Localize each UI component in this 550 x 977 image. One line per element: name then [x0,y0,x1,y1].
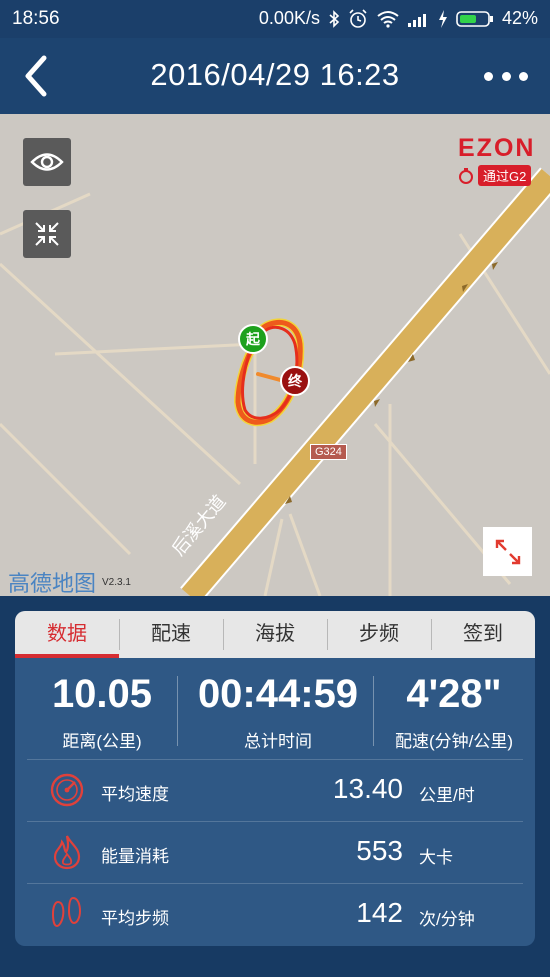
status-bar: 18:56 0.00K/s 42% [0,0,550,38]
stat-value: 553 [356,835,403,866]
eye-icon [30,153,64,171]
bluetooth-icon [329,9,340,28]
distance-stat: 10.05 距离(公里) [27,658,177,752]
stat-label: 平均步频 [101,909,169,928]
road-code-label: G324 [310,444,347,460]
distance-label: 距离(公里) [62,732,142,751]
stat-value: 13.40 [332,773,403,804]
page-title: 2016/04/29 16:23 [150,57,400,92]
signal-icon [407,13,426,27]
fullscreen-button[interactable] [483,527,532,576]
duration-stat: 00:44:59 总计时间 [183,658,373,752]
duration-label: 总计时间 [244,732,312,751]
speedometer-icon [50,773,84,807]
divider [373,676,374,746]
status-time: 18:56 [12,8,60,29]
status-icons: 0.00K/s 42% [259,8,538,29]
map-provider-version: V2.3.1 [102,577,131,588]
stat-label: 能量消耗 [101,847,169,866]
brand-badge-text: 通过G2 [478,165,532,186]
flame-icon [53,835,81,870]
tab-pace[interactable]: 配速 [119,611,223,658]
charging-icon [438,9,447,28]
workout-panel: 数据 配速 海拔 步频 签到 10.05 距离(公里) 00:44:59 总计时… [15,611,535,946]
dot-icon [501,71,511,81]
wifi-icon [377,10,399,28]
collapse-map-button[interactable] [23,210,71,258]
shrink-icon [35,222,59,246]
distance-value: 10.05 [51,672,153,716]
stat-unit: 公里/时 [419,786,475,805]
stat-label: 平均速度 [101,785,169,804]
brand-badge: 通过G2 [458,165,538,186]
battery-level: 42% [501,8,538,28]
brand-logo: EZON 通过G2 [458,134,538,186]
tab-cadence[interactable]: 步频 [327,611,431,658]
app-header: 2016/04/29 16:23 [0,38,550,114]
tab-altitude[interactable]: 海拔 [223,611,327,658]
stat-row-calories: 能量消耗 553 大卡 [27,821,523,883]
tab-checkin[interactable]: 签到 [431,611,535,658]
duration-value: 00:44:59 [197,672,359,716]
brand-name: EZON [458,134,536,162]
tab-bar: 数据 配速 海拔 步频 签到 [15,611,535,658]
expand-icon [495,539,520,564]
network-speed: 0.00K/s [258,8,320,28]
pace-stat: 4'28" 配速(分钟/公里) [379,658,529,752]
stat-value: 142 [356,897,403,928]
alarm-icon [349,8,367,28]
end-marker[interactable]: 终 [280,366,310,396]
stat-row-cadence: 平均步频 142 次/分钟 [27,883,523,945]
toggle-visibility-button[interactable] [23,138,71,186]
route-map[interactable]: EZON 通过G2 G324 后溪大道 起 终 高德地图 V2.3.1 [0,114,550,596]
watch-icon [459,167,473,184]
start-marker[interactable]: 起 [238,324,268,354]
dot-icon [484,71,493,81]
divider [177,676,178,746]
battery-icon [456,10,493,27]
more-options-button[interactable] [484,66,528,86]
stat-unit: 大卡 [419,848,453,867]
tab-data[interactable]: 数据 [15,611,119,658]
map-canvas [0,167,550,596]
summary-stats: 10.05 距离(公里) 00:44:59 总计时间 4'28" 配速(分钟/公… [15,658,535,758]
dot-icon [519,71,528,81]
stat-row-speed: 平均速度 13.40 公里/时 [27,759,523,821]
footprints-icon [51,896,82,928]
pace-label: 配速(分钟/公里) [394,732,514,751]
stat-list: 平均速度 13.40 公里/时 能量消耗 553 大卡 平均步频 142 次/分… [15,759,535,945]
stat-unit: 次/分钟 [419,910,475,929]
map-provider-logo: 高德地图 [8,571,97,596]
pace-value: 4'28" [406,672,502,716]
